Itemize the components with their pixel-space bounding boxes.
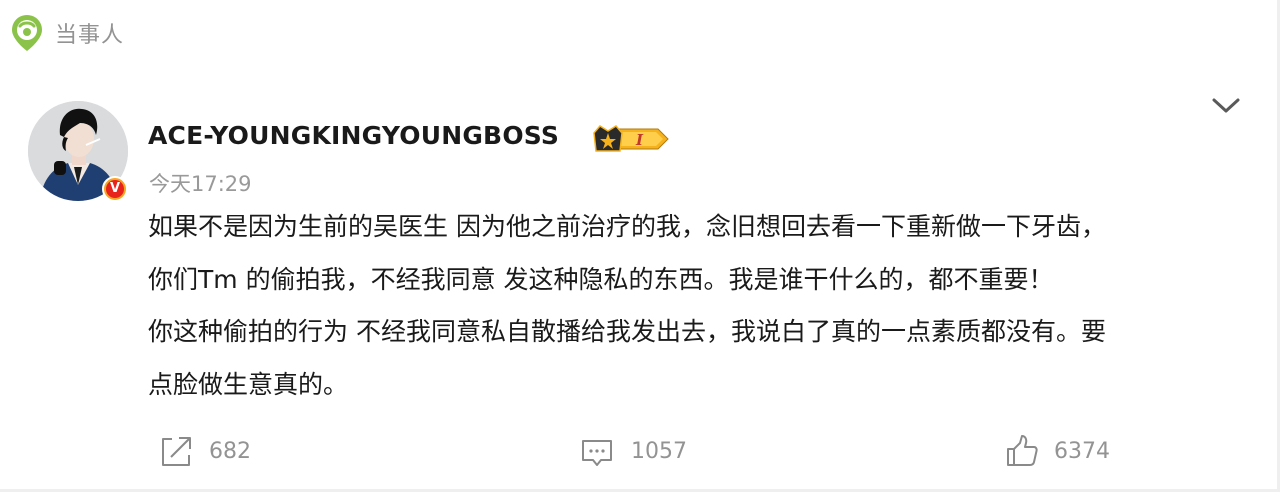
share-icon	[162, 437, 191, 466]
verified-badge-icon: V	[102, 176, 128, 202]
like-button[interactable]: 6374	[1004, 431, 1110, 471]
post-timestamp: 今天17:29	[149, 172, 252, 196]
location-pin-icon	[12, 15, 42, 51]
rank-badge-label: I	[635, 131, 644, 149]
like-count: 6374	[1054, 438, 1110, 464]
post-content-line: 你们Tm 的偷拍我，不经我同意 发这种隐私的东西。我是谁干什么的，都不重要！	[148, 264, 1054, 294]
comment-count: 1057	[631, 438, 687, 464]
post-username[interactable]: ACE-YOUNGKINGYOUNGBOSS	[148, 121, 559, 150]
post-content-line: 你这种偷拍的行为 不经我同意私自散播给我发出去，我说白了真的一点素质都没有。要	[148, 317, 1106, 346]
post-content: 如果不是因为生前的吴医生 因为他之前治疗的我，念旧想回去看一下重新做一下牙齿， …	[148, 201, 1243, 411]
chevron-down-icon[interactable]	[1210, 94, 1242, 118]
share-button[interactable]: 682	[157, 431, 251, 471]
verified-badge-label: V	[106, 180, 124, 198]
comment-button[interactable]: 1057	[579, 431, 687, 471]
share-count: 682	[209, 438, 251, 464]
post-content-line: 点脸做生意真的。	[148, 369, 349, 399]
topic-label[interactable]: 当事人	[55, 17, 124, 49]
post-content-line: 如果不是因为生前的吴医生 因为他之前治疗的我，念旧想回去看一下重新做一下牙齿，	[148, 212, 1106, 241]
member-rank-badge[interactable]: I	[592, 123, 672, 155]
thumbs-up-icon	[1007, 435, 1038, 466]
comment-icon	[582, 440, 612, 466]
topic-header[interactable]: 当事人	[0, 0, 1280, 66]
